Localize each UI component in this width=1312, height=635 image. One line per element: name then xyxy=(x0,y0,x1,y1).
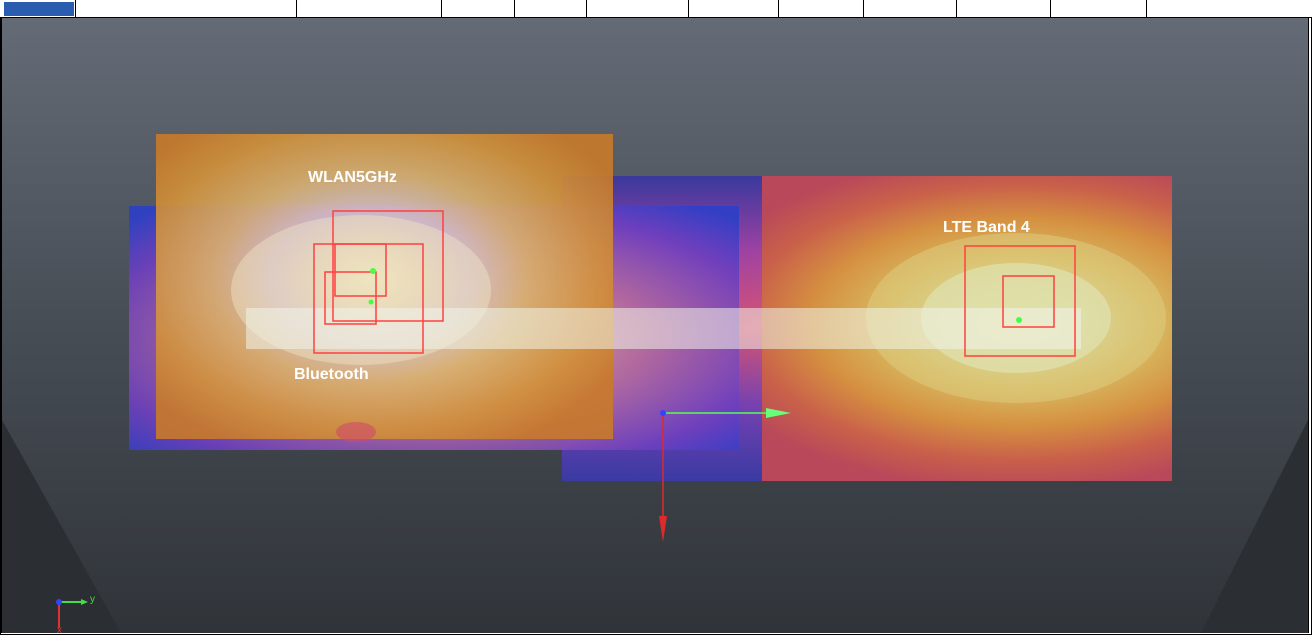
toolbar-strip xyxy=(0,0,1312,18)
lte-peak-marker xyxy=(1016,317,1022,323)
highlight-strip xyxy=(246,308,1081,349)
toolbar-active-cell[interactable] xyxy=(4,2,74,16)
lte-label: LTE Band 4 xyxy=(943,219,1030,236)
3d-viewport[interactable]: WLAN5GHz Bluetooth LTE Band 4 y x xyxy=(1,18,1309,633)
bluetooth-peak-marker xyxy=(368,299,374,305)
axes-origin-icon[interactable] xyxy=(660,410,666,416)
wlan-label: WLAN5GHz xyxy=(308,169,397,186)
wlan-peak-marker xyxy=(370,268,376,274)
bluetooth-label: Bluetooth xyxy=(294,366,369,383)
gizmo-x-label: x xyxy=(57,625,62,633)
gizmo-y-label: y xyxy=(90,594,95,605)
